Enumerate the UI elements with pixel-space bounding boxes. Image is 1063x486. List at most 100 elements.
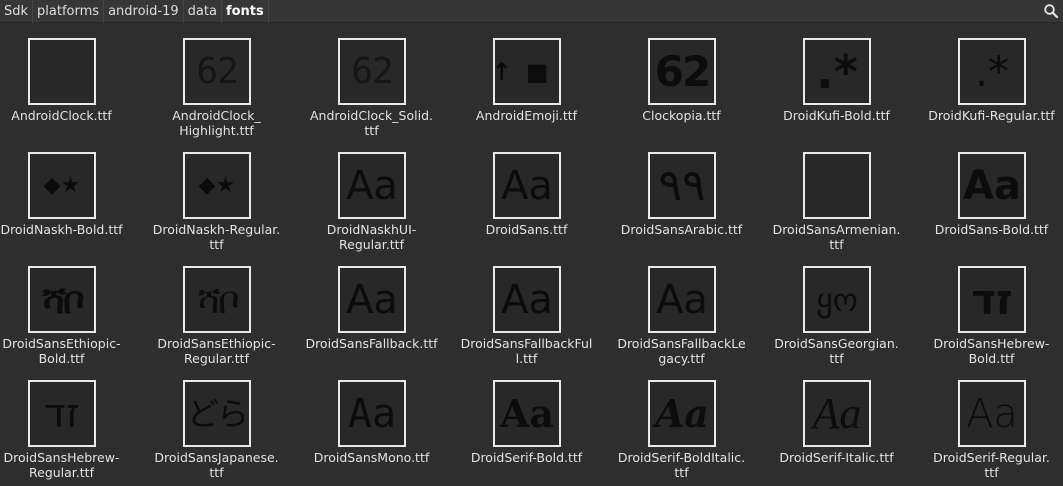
file-item[interactable]: Aa DroidSansFallback.ttf: [294, 251, 449, 364]
font-preview-thumbnail: זד: [28, 380, 96, 447]
font-sample-glyph: Aa: [499, 390, 555, 436]
file-item[interactable]: Aa DroidSerif-BoldItalic. ttf: [604, 365, 759, 480]
file-item[interactable]: ◆★ DroidNaskh-Regular. ttf: [139, 137, 294, 252]
file-name-label: DroidSansGeorgian. ttf: [774, 336, 899, 366]
file-item[interactable]: .* DroidKufi-Bold.ttf: [759, 23, 914, 136]
file-item[interactable]: 62 AndroidClock_ Highlight.ttf: [139, 23, 294, 138]
font-sample-glyph: 62: [196, 50, 238, 92]
file-item[interactable]: זד DroidSansHebrew- Bold.ttf: [914, 251, 1063, 365]
file-name-label: DroidSansFallbackFul l.ttf: [460, 336, 593, 366]
file-item[interactable]: DroidSansArmenian. ttf: [759, 137, 914, 251]
font-sample-glyph: ◆★: [198, 172, 236, 198]
breadcrumb-platforms[interactable]: platforms: [33, 0, 105, 23]
file-item[interactable]: Aa DroidSans.ttf: [449, 137, 604, 250]
font-preview-thumbnail: Aa: [338, 380, 406, 447]
font-preview-thumbnail: ◆★: [183, 152, 251, 219]
file-name-label: DroidSansArabic.ttf: [620, 222, 743, 237]
file-name-label: DroidKufi-Bold.ttf: [783, 108, 890, 123]
font-sample-glyph: 62: [351, 50, 393, 92]
file-name-label: DroidNaskh-Bold.ttf: [0, 222, 123, 237]
file-item[interactable]: ყო DroidSansGeorgian. ttf: [759, 251, 914, 366]
font-preview-thumbnail: ٩٩: [648, 152, 716, 219]
file-name-label: DroidSansMono.ttf: [313, 450, 430, 465]
font-sample-glyph: ყო: [816, 280, 858, 319]
file-item[interactable]: 62 AndroidClock_Solid. ttf: [294, 23, 449, 137]
font-preview-thumbnail: Aa: [338, 152, 406, 219]
file-item[interactable]: .* DroidKufi-Regular.ttf: [914, 23, 1063, 136]
font-preview-thumbnail: 62: [183, 38, 251, 105]
font-sample-glyph: Aa: [963, 162, 1021, 209]
font-preview-thumbnail: זד: [958, 266, 1026, 333]
file-item[interactable]: 62 Clockopia.ttf: [604, 23, 759, 136]
breadcrumb-sdk[interactable]: Sdk: [0, 0, 34, 23]
file-name-label: DroidNaskh-Regular. ttf: [152, 222, 281, 252]
font-preview-thumbnail: ሻቦ: [183, 266, 251, 333]
file-name-label: DroidSerif-Bold.ttf: [470, 450, 583, 465]
file-name-label: AndroidClock_ Highlight.ttf: [172, 108, 261, 138]
font-preview-thumbnail: どら: [183, 380, 251, 447]
font-preview-thumbnail: ሻቦ: [28, 266, 96, 333]
file-item[interactable]: Aa DroidSansMono.ttf: [294, 365, 449, 478]
file-item[interactable]: ↑■ AndroidEmoji.ttf: [449, 23, 604, 136]
font-preview-thumbnail: Aa: [493, 152, 561, 219]
font-preview-thumbnail: Aa: [648, 266, 716, 333]
file-item[interactable]: Aa DroidNaskhUI- Regular.ttf: [294, 137, 449, 252]
file-name-label: DroidSansFallbackLe gacy.ttf: [617, 336, 746, 366]
path-bar: Sdk platforms android-19 data fonts: [0, 0, 1063, 23]
font-preview-thumbnail: ↑■: [493, 38, 561, 105]
file-name-label: DroidSansJapanese. ttf: [154, 450, 279, 480]
font-sample-glyph: ↑■: [493, 57, 561, 86]
font-sample-glyph: .*: [816, 44, 858, 99]
breadcrumb-data[interactable]: data: [184, 0, 222, 23]
file-item[interactable]: זד DroidSansHebrew- Regular.ttf: [0, 365, 139, 480]
file-item[interactable]: Aa DroidSans-Bold.ttf: [914, 137, 1063, 250]
font-preview-thumbnail: Aa: [338, 266, 406, 333]
file-item[interactable]: Aa DroidSansFallbackFul l.ttf: [449, 251, 604, 366]
file-item[interactable]: Aa DroidSansFallbackLe gacy.ttf: [604, 251, 759, 366]
file-name-label: DroidSerif-Regular. ttf: [933, 450, 1050, 480]
font-sample-glyph: ሻቦ: [42, 277, 84, 322]
font-sample-glyph: Aa: [347, 390, 397, 437]
font-sample-glyph: Aa: [812, 388, 862, 438]
file-name-label: DroidSerif-Italic.ttf: [779, 450, 894, 465]
font-preview-thumbnail: [803, 152, 871, 219]
font-preview-thumbnail: Aa: [958, 380, 1026, 447]
font-sample-glyph: .*: [974, 46, 1010, 96]
file-item[interactable]: Aa DroidSerif-Italic.ttf: [759, 365, 914, 478]
font-sample-glyph: זד: [971, 274, 1013, 324]
breadcrumb-fonts[interactable]: fonts: [222, 0, 269, 23]
file-item[interactable]: どら DroidSansJapanese. ttf: [139, 365, 294, 480]
file-name-label: DroidSansEthiopic- Bold.ttf: [2, 336, 121, 366]
font-preview-thumbnail: .*: [803, 38, 871, 105]
file-item[interactable]: Aa DroidSerif-Bold.ttf: [449, 365, 604, 478]
file-name-label: DroidSansHebrew- Regular.ttf: [3, 450, 120, 480]
font-preview-thumbnail: Aa: [803, 380, 871, 447]
font-sample-glyph: どら: [186, 394, 249, 433]
file-name-label: DroidSerif-BoldItalic. ttf: [617, 450, 746, 480]
font-preview-thumbnail: Aa: [493, 266, 561, 333]
font-sample-glyph: ◆★: [43, 172, 81, 198]
font-preview-thumbnail: [28, 38, 96, 105]
file-name-label: DroidKufi-Regular.ttf: [928, 108, 1055, 123]
file-item[interactable]: ◆★ DroidNaskh-Bold.ttf: [0, 137, 139, 250]
font-preview-thumbnail: Aa: [493, 380, 561, 447]
file-item[interactable]: Aa DroidSerif-Regular. ttf: [914, 365, 1063, 480]
font-preview-thumbnail: ◆★: [28, 152, 96, 219]
font-sample-glyph: Aa: [346, 276, 398, 323]
font-sample-glyph: ٩٩: [658, 159, 706, 211]
font-sample-glyph: Aa: [501, 162, 553, 209]
file-item[interactable]: AndroidClock.ttf: [0, 23, 139, 136]
font-sample-glyph: 62: [654, 46, 711, 96]
file-item[interactable]: ٩٩ DroidSansArabic.ttf: [604, 137, 759, 250]
file-icon-grid: AndroidClock.ttf 62 AndroidClock_ Highligh…: [0, 23, 1063, 486]
file-name-label: DroidNaskhUI- Regular.ttf: [326, 222, 417, 252]
file-item[interactable]: ሻቦ DroidSansEthiopic- Bold.ttf: [0, 251, 139, 366]
file-item[interactable]: ሻቦ DroidSansEthiopic- Regular.ttf: [139, 251, 294, 365]
breadcrumb-android-19[interactable]: android-19: [104, 0, 184, 23]
font-preview-thumbnail: Aa: [958, 152, 1026, 219]
file-name-label: DroidSans.ttf: [485, 222, 568, 237]
font-preview-thumbnail: 62: [338, 38, 406, 105]
font-preview-thumbnail: .*: [958, 38, 1026, 105]
search-icon[interactable]: [1043, 3, 1059, 19]
font-preview-thumbnail: 62: [648, 38, 716, 105]
